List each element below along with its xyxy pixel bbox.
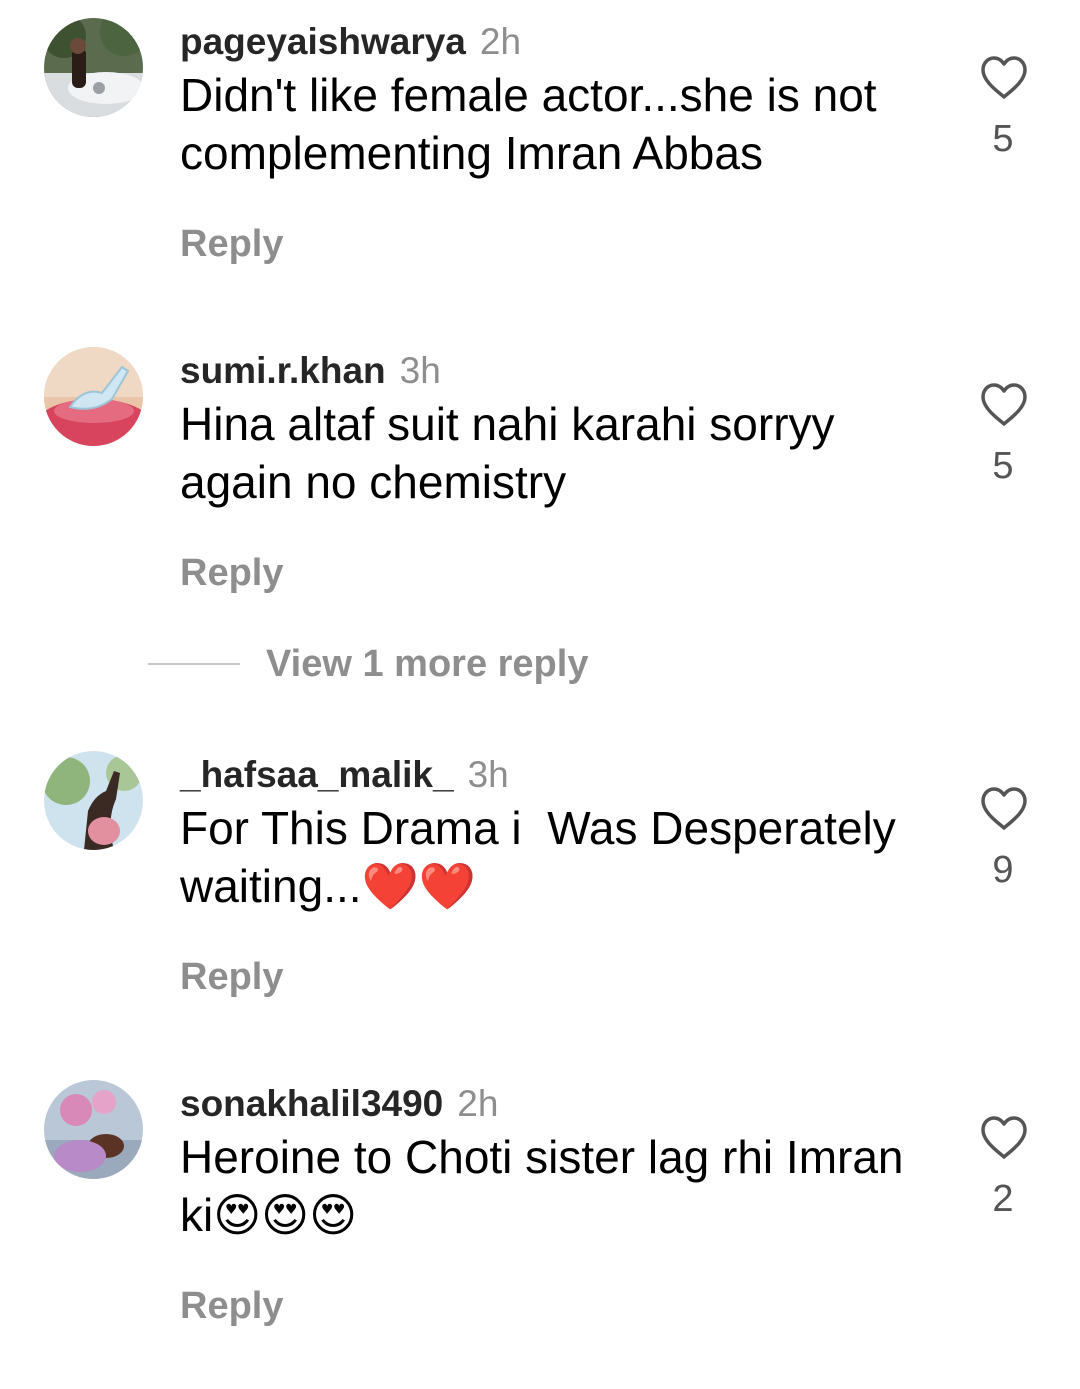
reply-button[interactable]: Reply xyxy=(180,223,283,266)
comment-text: Heroine to Choti sister lag rhi Imran ki… xyxy=(180,1131,917,1241)
username[interactable]: sonakhalil3490 xyxy=(180,1083,443,1124)
comment-text: Didn't like female actor...she is not co… xyxy=(180,69,890,179)
heart-outline-icon[interactable] xyxy=(980,787,1028,831)
comment-item: sumi.r.khan 3h Hina altaf suit nahi karah… xyxy=(0,347,1080,607)
avatar[interactable] xyxy=(44,1080,143,1179)
comment-item: pageyaishwarya 2h Didn't like female acto… xyxy=(0,18,1080,278)
heart-outline-icon[interactable] xyxy=(980,56,1028,100)
comment-item: _hafsaa_malik_ 3h For This Drama i Was De… xyxy=(0,751,1080,1011)
timestamp: 3h xyxy=(399,350,441,391)
username[interactable]: _hafsaa_malik_ xyxy=(180,754,454,795)
like-count: 5 xyxy=(992,445,1014,487)
view-more-replies-label: View 1 more reply xyxy=(266,642,589,685)
heart-outline-icon[interactable] xyxy=(980,1116,1028,1160)
comment-item: sonakhalil3490 2h Heroine to Choti sister… xyxy=(0,1080,1080,1340)
like-count: 5 xyxy=(992,118,1014,160)
timestamp: 2h xyxy=(479,21,522,62)
comment-text: For This Drama i Was Desperately waiting… xyxy=(180,802,909,912)
divider xyxy=(148,663,240,665)
username[interactable]: pageyaishwarya xyxy=(180,21,466,62)
avatar[interactable] xyxy=(44,751,143,850)
avatar[interactable] xyxy=(44,347,143,446)
like-count: 2 xyxy=(992,1178,1014,1220)
reply-button[interactable]: Reply xyxy=(180,1285,283,1328)
timestamp: 2h xyxy=(457,1083,499,1124)
timestamp: 3h xyxy=(467,754,509,795)
reply-button[interactable]: Reply xyxy=(180,956,283,999)
view-more-replies-button[interactable]: View 1 more reply xyxy=(148,638,588,690)
reply-button[interactable]: Reply xyxy=(180,552,283,595)
avatar[interactable] xyxy=(44,18,143,117)
username[interactable]: sumi.r.khan xyxy=(180,350,386,391)
comment-text: Hina altaf suit nahi karahi sorryy again… xyxy=(180,398,848,508)
like-count: 9 xyxy=(992,849,1014,891)
heart-outline-icon[interactable] xyxy=(980,383,1028,427)
